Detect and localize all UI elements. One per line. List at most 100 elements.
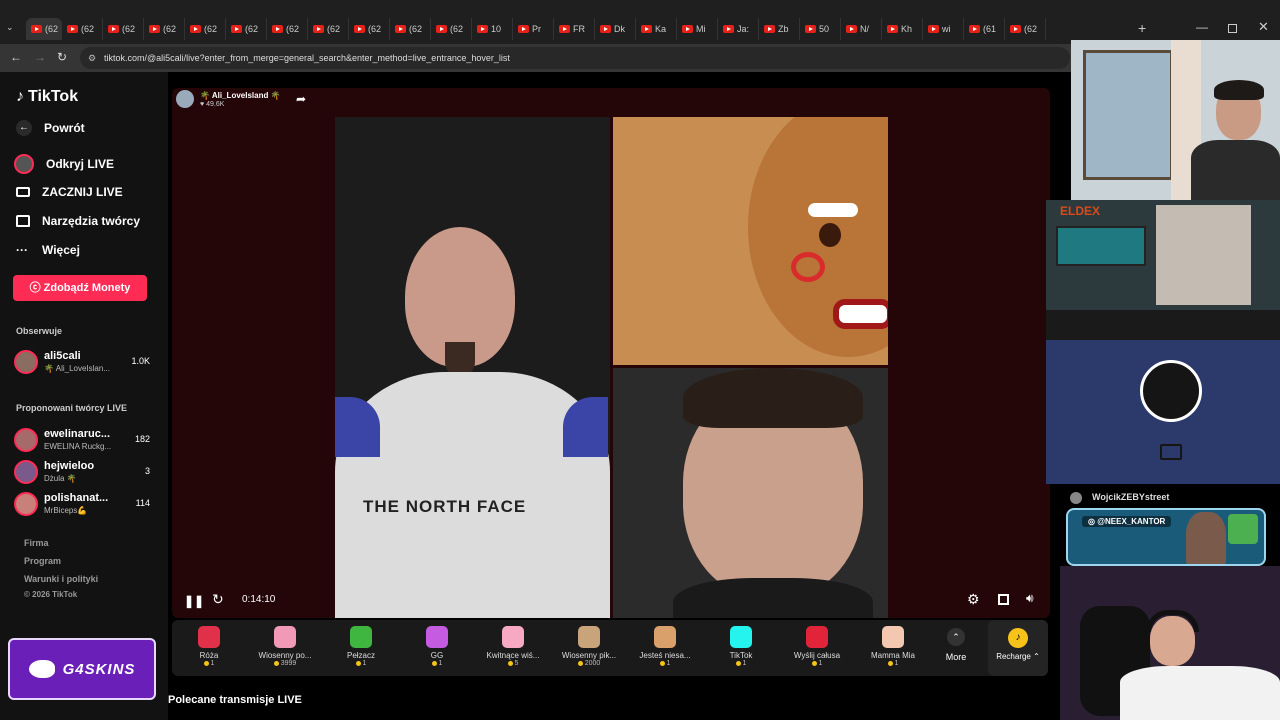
gift-price: 1 bbox=[402, 660, 472, 667]
browser-tab[interactable]: Dk bbox=[595, 18, 636, 40]
volume-icon[interactable]: 🔊︎ bbox=[1026, 591, 1034, 606]
tab-strip: (62✕(62(62(62(62(62(62(62(62(62(6210PrFR… bbox=[26, 18, 1046, 40]
gift-item[interactable]: Pełzacz 1 bbox=[326, 620, 396, 676]
browser-tab[interactable]: (62 bbox=[62, 18, 103, 40]
browser-tab[interactable]: Zb bbox=[759, 18, 800, 40]
gift-name: Wyślij całusa bbox=[793, 651, 841, 660]
gift-item[interactable]: Wiosenny pik... 2000 bbox=[554, 620, 624, 676]
back-link[interactable]: ← Powrót bbox=[16, 120, 85, 136]
back-nav-icon[interactable]: ← bbox=[10, 50, 22, 64]
coin-icon bbox=[203, 660, 209, 666]
nav-creator-tools[interactable]: Narzędzia twórcy bbox=[16, 214, 140, 228]
nav-discover-live[interactable]: Odkryj LIVE bbox=[14, 154, 114, 174]
gift-item[interactable]: Mamma Mia 1 bbox=[858, 620, 928, 676]
browser-tab[interactable]: (62 bbox=[144, 18, 185, 40]
browser-tab[interactable]: Kh bbox=[882, 18, 923, 40]
camera-icon bbox=[16, 187, 30, 197]
footer-link-terms[interactable]: Warunki i polityki bbox=[24, 574, 98, 584]
site-info-icon[interactable]: ⚙ bbox=[88, 47, 96, 69]
youtube-icon bbox=[600, 25, 611, 33]
browser-tab[interactable]: Ja: bbox=[718, 18, 759, 40]
gift-icon bbox=[578, 626, 600, 648]
settings-icon[interactable]: ⚙ bbox=[967, 591, 980, 608]
footer-link-program[interactable]: Program bbox=[24, 556, 61, 566]
gift-item[interactable]: Jesteś niesa... 1 bbox=[630, 620, 700, 676]
gift-price-value: 1 bbox=[210, 660, 215, 667]
browser-tab[interactable]: (62 bbox=[1005, 18, 1046, 40]
youtube-icon bbox=[559, 25, 570, 33]
fullscreen-icon[interactable] bbox=[998, 594, 1009, 605]
suggested-user[interactable]: hejwieloo Dżula 🌴 3 bbox=[14, 458, 154, 486]
banner-handle: ◎ @NEEX_KANTOR bbox=[1082, 516, 1172, 527]
nav-more[interactable]: ··· Więcej bbox=[16, 243, 80, 257]
gift-name: Pełzacz bbox=[346, 651, 375, 660]
browser-tab[interactable]: (62 bbox=[431, 18, 472, 40]
browser-tab[interactable]: 50 bbox=[800, 18, 841, 40]
url-input[interactable]: ⚙ tiktok.com/@ali5cali/live?enter_from_m… bbox=[80, 47, 1070, 69]
ellipsis-icon: ··· bbox=[16, 243, 28, 257]
tab-title: (62 bbox=[368, 24, 382, 34]
close-window-button[interactable]: ✕ bbox=[1258, 19, 1269, 35]
gift-price: 1 bbox=[858, 660, 928, 667]
following-user[interactable]: ali5cali 🌴 Ali_LoveIslan... 1.0K bbox=[14, 348, 154, 376]
browser-tab[interactable]: Mi bbox=[677, 18, 718, 40]
gingerbread-mouth bbox=[833, 299, 888, 329]
gift-item[interactable]: TikTok 1 bbox=[706, 620, 776, 676]
tab-title: (62 bbox=[163, 24, 177, 34]
browser-tab[interactable]: Pr bbox=[513, 18, 554, 40]
host-name[interactable]: 🌴 Ali_LoveIsland 🌴 bbox=[200, 91, 281, 100]
suggested-user[interactable]: polishanat... MrBiceps💪 114 bbox=[14, 490, 154, 518]
gingerbread-eye bbox=[819, 223, 841, 247]
more-gifts-button[interactable]: ⌃ More bbox=[936, 626, 976, 672]
browser-tab[interactable]: (62 bbox=[185, 18, 226, 40]
gift-name: Kwitnące wiś... bbox=[486, 651, 540, 660]
viewer-count: 1.0K bbox=[131, 356, 150, 366]
maximize-button[interactable] bbox=[1228, 24, 1237, 33]
forward-nav-icon[interactable]: → bbox=[34, 50, 46, 64]
gift-price-value: 1 bbox=[666, 660, 671, 667]
browser-tab[interactable]: N/ bbox=[841, 18, 882, 40]
suggested-user[interactable]: ewelinaruc... EWELINA Ruckg... 182 bbox=[14, 426, 154, 454]
banner-handle-text: @NEEX_KANTOR bbox=[1097, 517, 1166, 526]
person-hair bbox=[683, 368, 863, 428]
browser-tab[interactable]: wi bbox=[923, 18, 964, 40]
share-icon[interactable]: ➦ bbox=[296, 92, 306, 106]
browser-tab[interactable]: (61 bbox=[964, 18, 1005, 40]
pause-icon[interactable]: ❚❚ bbox=[184, 594, 204, 608]
refresh-icon[interactable]: ↻ bbox=[212, 591, 224, 608]
gift-item[interactable]: Kwitnące wiś... 5 bbox=[478, 620, 548, 676]
browser-tab[interactable]: (62 bbox=[267, 18, 308, 40]
tiktok-logo[interactable]: ♪ TikTok bbox=[16, 88, 78, 106]
footer-link-company[interactable]: Firma bbox=[24, 538, 49, 548]
tab-search-dropdown[interactable]: ⌄ bbox=[6, 22, 20, 36]
gift-item[interactable]: Wyślij całusa 1 bbox=[782, 620, 852, 676]
browser-tab[interactable]: (62 bbox=[390, 18, 431, 40]
browser-tab[interactable]: (62 bbox=[308, 18, 349, 40]
tab-title: (62 bbox=[204, 24, 218, 34]
tab-title: (62 bbox=[409, 24, 423, 34]
tab-title: 50 bbox=[819, 24, 830, 34]
browser-tab[interactable]: FR bbox=[554, 18, 595, 40]
reload-icon[interactable]: ↻ bbox=[57, 50, 67, 64]
recharge-label-wrap: Recharge ⌃ bbox=[996, 652, 1040, 661]
browser-tab[interactable]: (62✕ bbox=[26, 18, 62, 40]
chat-overlay: WojcikZEBYstreet bbox=[1060, 486, 1280, 506]
browser-tab[interactable]: Ka bbox=[636, 18, 677, 40]
browser-tab[interactable]: (62 bbox=[349, 18, 390, 40]
browser-tab[interactable]: 10 bbox=[472, 18, 513, 40]
host-avatar[interactable] bbox=[176, 90, 194, 108]
hoodie-text: THE NORTH FACE bbox=[363, 497, 527, 516]
gift-item[interactable]: GG 1 bbox=[402, 620, 472, 676]
youtube-icon bbox=[354, 25, 365, 33]
get-coins-button[interactable]: ⓒ Zdobądź Monety bbox=[13, 275, 147, 301]
browser-tab[interactable]: (62 bbox=[103, 18, 144, 40]
gift-price-value: 5 bbox=[514, 660, 519, 667]
recharge-button[interactable]: ♪ Recharge ⌃ bbox=[988, 620, 1048, 676]
gift-item[interactable]: Wiosenny po... 3999 bbox=[250, 620, 320, 676]
nav-start-live[interactable]: ZACZNIJ LIVE bbox=[16, 185, 123, 199]
gift-price-value: 1 bbox=[742, 660, 747, 667]
new-tab-button[interactable]: + bbox=[1138, 20, 1146, 36]
minimize-button[interactable]: — bbox=[1196, 20, 1208, 34]
gift-item[interactable]: Róża 1 bbox=[174, 620, 244, 676]
browser-tab[interactable]: (62 bbox=[226, 18, 267, 40]
